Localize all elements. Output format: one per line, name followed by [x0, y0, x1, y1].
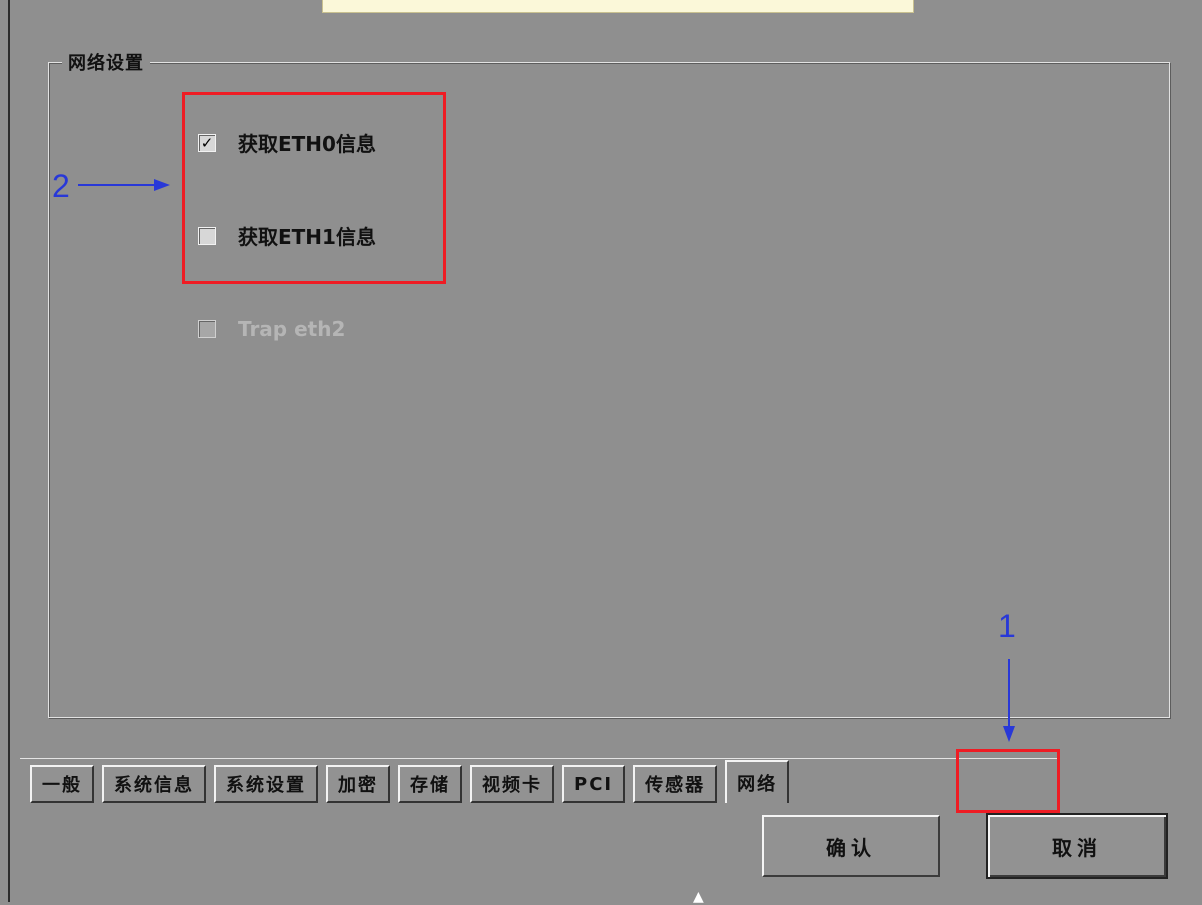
annotation-label-2: 2	[52, 168, 70, 204]
tab-general[interactable]: 一般	[30, 765, 94, 803]
cancel-button[interactable]: 取消	[986, 813, 1168, 879]
top-tooltip-strip	[322, 0, 914, 13]
eth2-option: Trap eth2	[198, 317, 345, 341]
annotation-arrow-line-2	[78, 184, 156, 186]
annotation-label-1: 1	[998, 608, 1016, 644]
tab-sensors[interactable]: 传感器	[633, 765, 718, 803]
tab-video-card[interactable]: 视频卡	[470, 765, 554, 803]
eth2-checkbox	[198, 320, 216, 338]
highlight-box-checkboxes	[182, 92, 446, 284]
annotation-arrow-line-1	[1008, 659, 1010, 729]
settings-tabs: 一般 系统信息 系统设置 加密 存储 视频卡 PCI 传感器 网络	[30, 760, 797, 803]
eth2-label: Trap eth2	[238, 317, 346, 341]
tab-network[interactable]: 网络	[725, 760, 790, 803]
tab-encryption[interactable]: 加密	[326, 765, 390, 803]
tab-storage[interactable]: 存储	[398, 765, 462, 803]
tab-system-info[interactable]: 系统信息	[102, 765, 206, 803]
tab-separator	[20, 758, 1060, 759]
highlight-box-network-tab	[956, 749, 1060, 813]
tab-pci[interactable]: PCI	[562, 765, 626, 803]
confirm-button[interactable]: 确认	[762, 815, 940, 877]
annotation-arrow-down-icon	[1003, 726, 1015, 742]
group-title: 网络设置	[62, 49, 150, 75]
mouse-cursor-icon: ▲	[693, 889, 704, 905]
tab-system-settings[interactable]: 系统设置	[214, 765, 318, 803]
annotation-arrow-right-icon	[154, 179, 170, 191]
